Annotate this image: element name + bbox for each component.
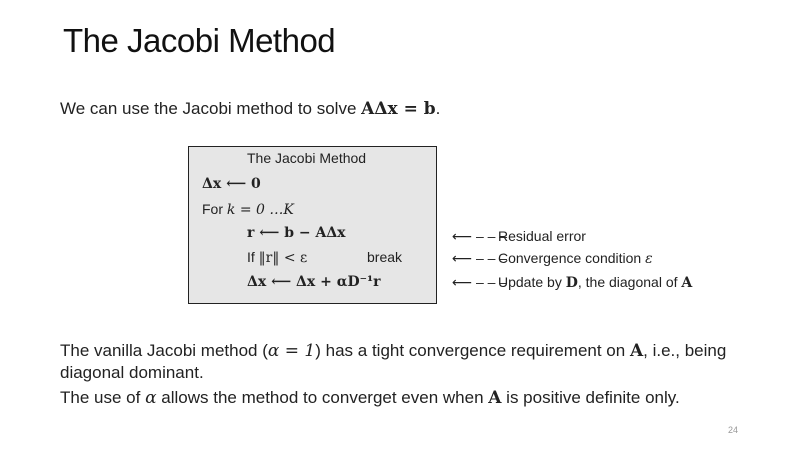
- intro-text: We can use the Jacobi method to solve AΔ…: [60, 99, 440, 119]
- annotation-text: Convergence condition: [498, 250, 646, 266]
- dashed-arrow-icon: ⟵ – – –: [452, 250, 508, 266]
- algorithm-box: The Jacobi Method Δx ⟵ 0 For k = 0 …K r …: [188, 146, 437, 304]
- dashed-arrow-icon: ⟵ – – –: [452, 274, 508, 290]
- para-text: ) has a tight convergence requirement on: [315, 341, 630, 360]
- dashed-arrow-icon: ⟵ – – –: [452, 228, 508, 244]
- algorithm-init-line: Δx ⟵ 0: [202, 176, 261, 192]
- para-text: The vanilla Jacobi method (: [60, 341, 268, 360]
- annotation-update: ⟵ – – –Update by D, the diagonal of A: [452, 274, 692, 291]
- page-number: 24: [728, 425, 739, 435]
- for-keyword: For: [202, 201, 227, 217]
- algorithm-residual-line: r ⟵ b − AΔx: [247, 225, 346, 241]
- annotation-convergence: ⟵ – – –Convergence condition ε: [452, 250, 653, 267]
- annotation-text-mid: , the diagonal of: [577, 274, 682, 290]
- alpha-symbol: α: [145, 388, 157, 408]
- paragraph-alpha: The use of α allows the method to conver…: [60, 387, 760, 409]
- slide-title: The Jacobi Method: [63, 22, 336, 59]
- paragraph-vanilla: The vanilla Jacobi method (α = 1) has a …: [60, 340, 760, 384]
- annotation-residual: ⟵ – – –Residual error: [452, 228, 586, 245]
- annotation-a: A: [681, 275, 693, 291]
- annotation-text: Update by: [498, 274, 566, 290]
- matrix-a: A: [629, 341, 644, 361]
- para-text: is positive definite only.: [501, 388, 680, 407]
- intro-period: .: [435, 99, 441, 118]
- if-condition: ‖r‖ < ε: [258, 250, 308, 266]
- algorithm-if-line: If ‖r‖ < ε: [247, 249, 307, 266]
- algorithm-for-line: For k = 0 …K: [202, 201, 294, 218]
- break-keyword: break: [367, 249, 403, 265]
- annotation-d: D: [565, 275, 578, 291]
- if-keyword: If: [247, 249, 259, 265]
- for-range: k = 0 …K: [226, 202, 294, 218]
- para-text: The use of: [60, 388, 146, 407]
- intro-equation: AΔx = b: [361, 99, 436, 119]
- annotation-symbol: ε: [645, 251, 653, 267]
- algorithm-update-line: Δx ⟵ Δx + αD⁻¹r: [247, 274, 381, 290]
- annotation-text: Residual error: [498, 228, 586, 244]
- para-text: allows the method to converget even when: [156, 388, 489, 407]
- matrix-a: A: [488, 388, 502, 408]
- intro-sentence: We can use the Jacobi method to solve: [60, 99, 362, 118]
- alpha-equation: α = 1: [267, 341, 316, 361]
- algorithm-heading: The Jacobi Method: [247, 150, 367, 166]
